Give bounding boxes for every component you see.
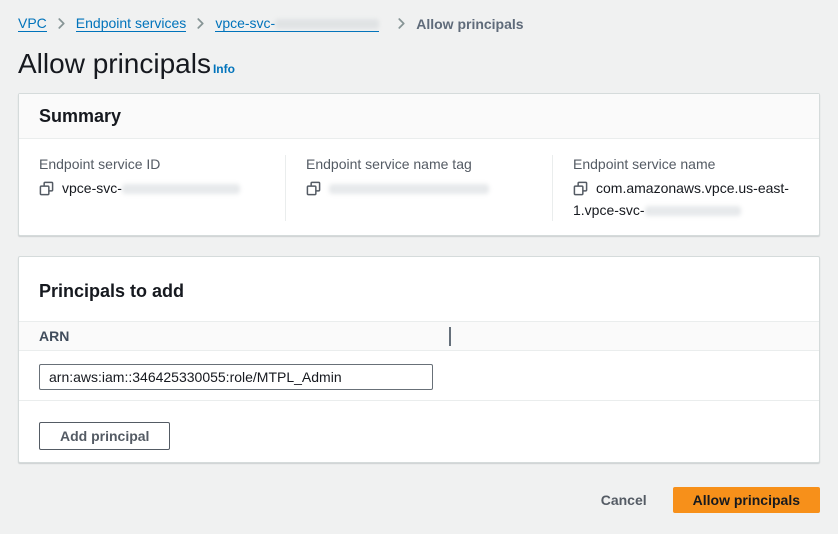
- breadcrumb: VPC Endpoint services vpce-svc- Allow pr…: [0, 0, 838, 32]
- summary-card: Summary Endpoint service ID vpce-svc- En…: [18, 93, 820, 236]
- field-label: Endpoint service name tag: [306, 155, 532, 173]
- summary-field-endpoint-service-id: Endpoint service ID vpce-svc-: [19, 155, 285, 221]
- field-label: Endpoint service ID: [39, 155, 265, 173]
- chevron-right-icon: [396, 18, 407, 29]
- summary-field-endpoint-service-name-tag: Endpoint service name tag: [285, 155, 552, 221]
- redacted-text: [645, 206, 741, 216]
- breadcrumb-service-id-text: vpce-svc-: [215, 15, 275, 31]
- footer-actions: Cancel Allow principals: [18, 487, 820, 513]
- field-value: [306, 177, 532, 199]
- summary-card-header: Summary: [19, 94, 819, 139]
- field-value: vpce-svc-: [39, 177, 265, 199]
- summary-field-endpoint-service-name: Endpoint service name com.amazonaws.vpce…: [552, 155, 819, 221]
- arn-input[interactable]: [39, 364, 433, 390]
- page-title: Allow principals: [18, 47, 211, 80]
- redacted-text: [329, 184, 489, 194]
- principals-card-footer: Add principal: [19, 401, 819, 462]
- column-resize-handle[interactable]: [449, 327, 451, 346]
- chevron-right-icon: [195, 18, 206, 29]
- principals-card: Principals to add ARN Add principal: [18, 256, 820, 463]
- endpoint-service-id-value: vpce-svc-: [62, 180, 122, 196]
- cancel-button[interactable]: Cancel: [601, 492, 647, 508]
- copy-icon[interactable]: [573, 181, 588, 196]
- breadcrumb-current-page: Allow principals: [416, 16, 523, 32]
- chevron-right-icon: [56, 18, 67, 29]
- page-header: Allow principals Info: [0, 32, 838, 93]
- field-label: Endpoint service name: [573, 155, 799, 173]
- arn-column-header: ARN: [39, 328, 69, 344]
- principals-title: Principals to add: [39, 280, 799, 302]
- principal-arn-row: [19, 351, 819, 401]
- breadcrumb-link-endpoint-service-id[interactable]: vpce-svc-: [215, 15, 379, 32]
- allow-principals-button[interactable]: Allow principals: [673, 487, 820, 513]
- summary-title: Summary: [39, 105, 799, 127]
- breadcrumb-link-vpc[interactable]: VPC: [18, 15, 47, 32]
- add-principal-button[interactable]: Add principal: [39, 422, 170, 450]
- principals-card-header: Principals to add: [19, 257, 819, 321]
- copy-icon[interactable]: [306, 181, 321, 196]
- field-value: com.amazonaws.vpce.us-east-1.vpce-svc-: [573, 177, 799, 221]
- breadcrumb-link-endpoint-services[interactable]: Endpoint services: [76, 15, 187, 32]
- info-link[interactable]: Info: [213, 62, 235, 76]
- redacted-text: [275, 19, 379, 29]
- arn-column-header-row: ARN: [19, 321, 819, 351]
- copy-icon[interactable]: [39, 181, 54, 196]
- summary-columns: Endpoint service ID vpce-svc- Endpoint s…: [19, 139, 819, 235]
- redacted-text: [122, 184, 240, 194]
